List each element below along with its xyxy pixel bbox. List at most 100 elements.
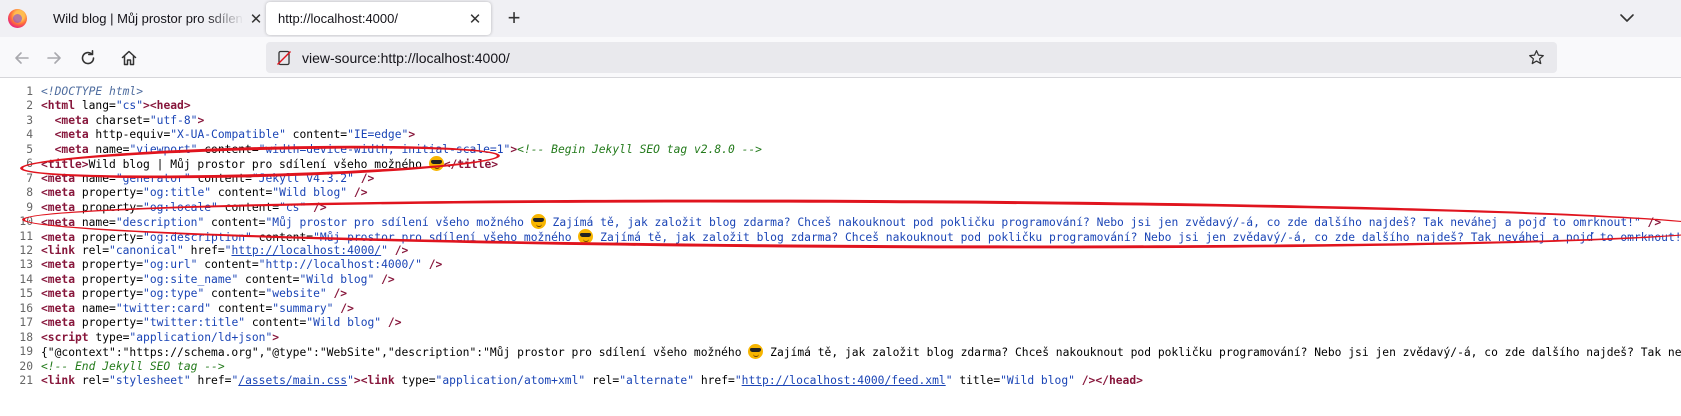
close-icon[interactable]: ✕	[244, 7, 268, 31]
code-token-attr: http-equiv=	[88, 128, 171, 142]
code-token-attr: name=	[75, 171, 116, 185]
line-number: 2	[26, 99, 33, 113]
source-line: 5 <meta name="viewport" content="width=d…	[0, 142, 1681, 157]
code-token-tag: <meta	[41, 230, 76, 244]
code-token-val: "http://localhost:4000/"	[258, 258, 422, 272]
source-code: <meta name="viewport" content="width=dev…	[41, 142, 762, 157]
code-token-attr: property=	[75, 230, 144, 244]
code-token-comment: <!-- End Jekyll SEO tag -->	[41, 359, 225, 373]
code-token-tag: <meta	[41, 287, 76, 301]
code-token-val: "utf-8"	[149, 113, 198, 127]
code-token-attr: content=	[251, 230, 314, 244]
chevron-down-icon[interactable]	[1617, 8, 1637, 28]
source-code: <meta charset="utf-8">	[41, 113, 205, 128]
line-number: 1	[26, 85, 33, 98]
code-token-tag: />	[381, 316, 402, 330]
new-tab-button[interactable]: +	[502, 5, 526, 30]
code-token-tag: >	[408, 128, 416, 142]
code-token-attr: content=	[204, 287, 266, 301]
code-token-tag: <meta	[41, 171, 76, 185]
source-code: <meta http-equiv="X-UA-Compatible" conte…	[41, 127, 416, 142]
source-line: 3 <meta charset="utf-8">	[0, 113, 1681, 128]
code-token-val: "twitter:card"	[115, 301, 212, 315]
code-token-attr: content=	[197, 142, 259, 156]
code-token-attr: content=	[217, 200, 280, 214]
line-number: 8	[26, 186, 33, 200]
code-token-tag: ><link	[353, 374, 395, 387]
firefox-icon[interactable]	[8, 9, 27, 28]
code-token-val: Zajímá tě, jak založit blog zdarma? Chce…	[545, 216, 1641, 230]
line-number: 15	[19, 287, 33, 301]
code-token-attr: content=	[190, 171, 252, 185]
code-token-link[interactable]: http://localhost:4000/feed.xml	[742, 374, 946, 387]
line-number: 17	[19, 316, 33, 330]
url-text[interactable]: view-source:http://localhost:4000/	[302, 50, 510, 66]
source-line: 4 <meta http-equiv="X-UA-Compatible" con…	[0, 127, 1681, 142]
code-token-val: "twitter:title"	[143, 316, 246, 330]
page-info-icon[interactable]	[276, 50, 292, 66]
code-token-val: "	[945, 374, 953, 387]
code-token-tag: <meta	[41, 216, 76, 230]
arrow-left-icon	[15, 52, 29, 64]
line-number: 11	[19, 229, 33, 243]
line-number: 19	[19, 345, 33, 359]
code-token-val: "Můj prostor pro sdílení všeho možného	[313, 230, 579, 244]
code-token-val: "application/atom+xml"	[435, 374, 586, 387]
code-token-tag: <meta	[54, 128, 89, 142]
code-token-val: "Wild blog"	[272, 186, 348, 200]
code-token-val: "alternate"	[619, 374, 695, 387]
source-code: <meta property="og:locale" content="cs" …	[41, 200, 327, 215]
home-button[interactable]	[115, 44, 143, 72]
source-line: 8 <meta property="og:title" content="Wild…	[0, 185, 1681, 200]
code-token-tag: <title>	[41, 158, 89, 172]
line-number: 10	[19, 215, 33, 229]
close-icon[interactable]: ✕	[463, 7, 487, 31]
code-token-tag: <link	[41, 243, 76, 257]
code-token-tag: <meta	[41, 258, 76, 272]
source-code: <link rel="canonical" href= "http://local…	[41, 243, 408, 258]
code-token-val: "Můj prostor pro sdílení všeho možného	[265, 216, 531, 230]
reload-button[interactable]	[74, 44, 102, 72]
code-token-text: Zajímá tě, jak založit blog zdarma? Chce…	[770, 346, 1681, 360]
code-token-attr: type=	[88, 330, 130, 344]
source-code: <meta property="og:url" content="http://…	[41, 257, 442, 272]
code-token-attr: content=	[245, 316, 307, 330]
source-code: <meta property="twitter:title" content="…	[41, 315, 402, 330]
code-token-tag: <meta	[41, 272, 76, 286]
code-token-tag: <meta	[41, 316, 76, 330]
address-bar[interactable]: view-source:http://localhost:4000/	[266, 42, 1557, 73]
code-token-val: "canonical"	[109, 243, 184, 257]
code-token-val: "Jekyll v4.3.2"	[251, 171, 354, 185]
forward-button[interactable]	[40, 44, 68, 72]
code-token-tag: />	[306, 200, 327, 214]
tab-view-source[interactable]: http://localhost:4000/ ✕	[266, 2, 491, 35]
code-token-tag: />	[374, 272, 395, 286]
code-token-attr: href=	[183, 243, 225, 257]
source-line: 9 <meta property="og:locale" content="cs"…	[0, 200, 1681, 215]
home-icon	[121, 50, 137, 66]
source-line: 11 <meta property="og:description" conten…	[0, 228, 1681, 244]
source-code: <link rel="stylesheet" href="/assets/mai…	[41, 373, 1143, 388]
code-token-link[interactable]: /assets/main.css	[238, 374, 347, 387]
source-line: 13 <meta property="og:url" content="http:…	[0, 257, 1681, 272]
code-token-link[interactable]: http://localhost:4000/	[231, 244, 381, 257]
source-line: 1 <!DOCTYPE html>	[0, 84, 1681, 99]
code-token-val: "	[381, 243, 388, 257]
code-token-val: "Wild blog"	[299, 272, 375, 286]
back-button[interactable]	[8, 44, 36, 72]
line-number: 14	[19, 272, 33, 286]
code-token-attr: content=	[211, 186, 273, 200]
code-token-tag: /></head>	[1074, 374, 1143, 387]
code-token-attr: content=	[204, 216, 266, 230]
star-icon[interactable]	[1528, 49, 1545, 66]
navigation-bar: view-source:http://localhost:4000/	[0, 37, 1681, 78]
line-number: 4	[26, 128, 33, 142]
code-token-tag: >	[272, 330, 280, 344]
code-token-val: "	[347, 374, 354, 387]
code-token-tag: />	[353, 171, 375, 185]
tab-wild-blog[interactable]: Wild blog | Můj prostor pro sdílení všeh…	[40, 0, 272, 37]
code-token-tag: />	[347, 186, 368, 200]
code-token-tag: ><head>	[143, 99, 191, 113]
